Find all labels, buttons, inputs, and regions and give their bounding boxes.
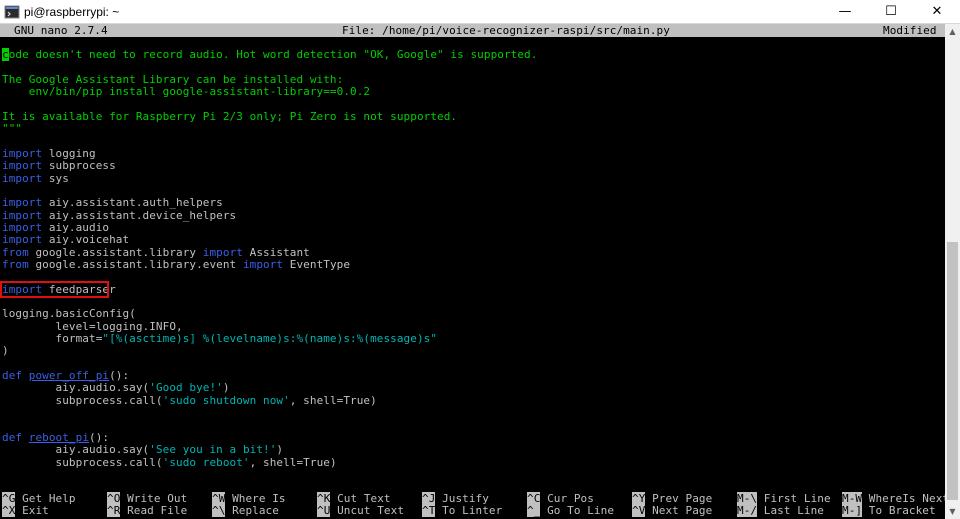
code-line: from google.assistant.library.event impo… <box>2 257 351 271</box>
scroll-up-arrow-icon[interactable]: ▲ <box>945 24 960 39</box>
shortcut-item[interactable]: ^U Uncut Text <box>317 504 405 517</box>
shortcut-key: ^_ <box>527 504 541 517</box>
code-line: code doesn't need to record audio. Hot w… <box>2 48 538 61</box>
shortcut-item[interactable]: ^X Exit <box>2 504 49 517</box>
shortcut-key: ^T <box>422 504 436 517</box>
code-line: """ <box>2 122 23 136</box>
code-line: env/bin/pip install google-assistant-lib… <box>2 85 371 99</box>
window-title: pi@raspberrypi: ~ <box>24 5 120 19</box>
shortcut-key: M-] <box>842 504 863 517</box>
nano-version: GNU nano 2.7.4 <box>14 24 108 37</box>
shortcut-label: Read File <box>120 504 188 517</box>
shortcut-item[interactable]: ^_ Go To Line <box>527 504 615 517</box>
code-line: import aiy.audio <box>2 220 110 234</box>
code-line: subprocess.call('sudo reboot', shell=Tru… <box>2 455 337 469</box>
code-line: aiy.audio.say('See you in a bit!') <box>2 443 284 457</box>
shortcut-label: Go To Line <box>540 504 615 517</box>
shortcut-key: ^V <box>632 504 646 517</box>
modified-status: Modified <box>883 24 937 37</box>
code-line: level=logging.INFO, <box>2 319 183 333</box>
shortcut-key: ^X <box>2 504 16 517</box>
code-line: format="[%(asctime)s] %(levelname)s:%(na… <box>2 332 438 346</box>
shortcut-label: Exit <box>15 504 49 517</box>
shortcut-key: ^\ <box>212 504 226 517</box>
code-line: aiy.audio.say('Good bye!') <box>2 381 230 395</box>
code-line: logging.basicConfig( <box>2 307 136 321</box>
shortcut-key: ^R <box>107 504 121 517</box>
shortcut-item[interactable]: ^\ Replace <box>212 504 279 517</box>
shortcut-item[interactable]: M-/ Last Line <box>737 504 825 517</box>
shortcut-label: Last Line <box>757 504 825 517</box>
shortcut-label: Next Page <box>645 504 713 517</box>
code-line: subprocess.call('sudo shutdown now', she… <box>2 393 377 407</box>
file-path: File: /home/pi/voice-recognizer-raspi/sr… <box>342 24 670 37</box>
code-line: def power_off_pi(): <box>2 369 130 383</box>
shortcut-item[interactable]: ^R Read File <box>107 504 188 517</box>
shortcut-item[interactable]: ^V Next Page <box>632 504 713 517</box>
terminal-icon <box>4 5 20 19</box>
highlight-annotation <box>0 280 109 298</box>
terminal-area[interactable]: GNU nano 2.7.4 File: /home/pi/voice-reco… <box>0 24 949 519</box>
maximize-button[interactable]: ☐ <box>868 0 914 24</box>
code-line: import sys <box>2 171 69 185</box>
nano-header: GNU nano 2.7.4 File: /home/pi/voice-reco… <box>0 24 945 37</box>
maximize-icon: ☐ <box>885 4 897 19</box>
shortcut-label: To Linter <box>435 504 503 517</box>
close-icon: ✕ <box>931 4 943 19</box>
code-line: import aiy.assistant.auth_helpers <box>2 196 223 210</box>
code-line: The Google Assistant Library can be inst… <box>2 72 344 86</box>
code-line: import aiy.voicehat <box>2 233 130 247</box>
code-line: import aiy.assistant.device_helpers <box>2 208 237 222</box>
shortcut-key: M-/ <box>737 504 758 517</box>
shortcut-label: To Bracket <box>862 504 936 517</box>
code-line: from google.assistant.library import Ass… <box>2 245 310 259</box>
code-line: import logging <box>2 146 96 160</box>
vertical-scrollbar[interactable]: ▲ ▼ <box>945 24 960 519</box>
code-line: import subprocess <box>2 159 116 173</box>
code-line: ) <box>2 344 9 358</box>
minimize-button[interactable]: — <box>822 0 868 24</box>
scroll-thumb[interactable] <box>947 242 958 500</box>
shortcut-item[interactable]: ^T To Linter <box>422 504 503 517</box>
scroll-down-arrow-icon[interactable]: ▼ <box>945 504 960 519</box>
shortcut-key: ^U <box>317 504 331 517</box>
code-line: def reboot_pi(): <box>2 430 110 444</box>
minimize-icon: — <box>838 4 852 19</box>
code-line: It is available for Raspberry Pi 2/3 onl… <box>2 109 458 123</box>
shortcut-label: Replace <box>225 504 279 517</box>
title-bar: pi@raspberrypi: ~ — ☐ ✕ <box>0 0 960 24</box>
shortcut-item[interactable]: M-] To Bracket <box>842 504 936 517</box>
close-button[interactable]: ✕ <box>914 0 960 24</box>
shortcut-label: Uncut Text <box>330 504 405 517</box>
